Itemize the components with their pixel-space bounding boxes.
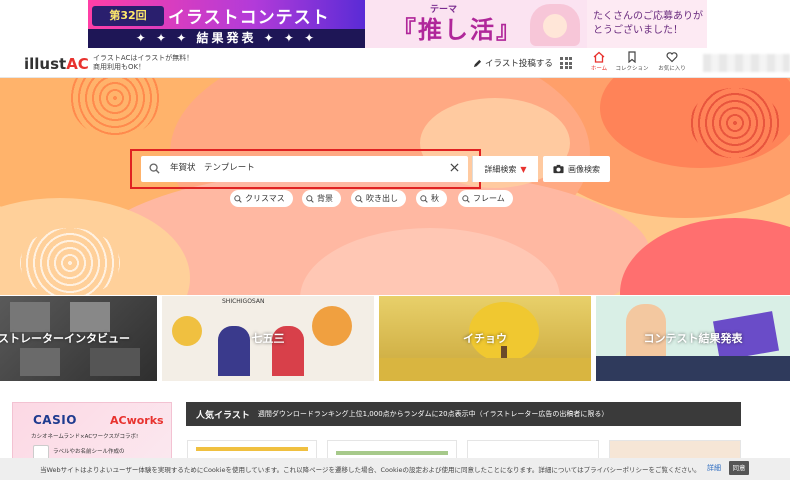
logo-ac-text: AC xyxy=(66,55,89,73)
casio-logo: CASIO xyxy=(33,413,77,427)
tile-ginkgo[interactable]: イチョウ xyxy=(379,296,591,381)
tile-label: コンテスト結果発表 xyxy=(643,332,743,345)
search-icon xyxy=(234,194,242,203)
ad-subtitle: カシオネームランド×ACワークスがコラボ! xyxy=(31,434,139,440)
search-icon xyxy=(420,194,428,203)
tile-photo xyxy=(70,302,110,332)
image-search-label: 画像検索 xyxy=(568,164,600,174)
home-icon xyxy=(593,51,605,63)
heart-icon xyxy=(666,52,678,63)
tile-photo xyxy=(10,302,50,332)
tile-ground xyxy=(596,356,790,381)
cookie-text: 当Webサイトはよりよいユーザー体験を実現するためにCookieを使用しています… xyxy=(40,466,701,474)
chip-speech-bubble[interactable]: 吹き出し xyxy=(351,190,406,207)
logo-main-text: illust xyxy=(24,55,67,73)
highlight-box xyxy=(130,149,481,189)
banner-contest-title: イラストコンテスト xyxy=(168,8,330,28)
bookmark-icon xyxy=(628,51,636,63)
chip-frame[interactable]: フレーム xyxy=(458,190,513,207)
chip-background[interactable]: 背景 xyxy=(302,190,341,207)
image-search-button[interactable]: 画像検索 xyxy=(543,156,610,182)
nav-home[interactable]: ホーム xyxy=(581,51,617,72)
tile-label: イチョウ xyxy=(463,332,507,345)
tagline-line-1: イラストACはイラストが無料！ xyxy=(93,54,194,62)
chip-christmas[interactable]: クリスマス xyxy=(230,190,293,207)
detail-search-button[interactable]: 詳細検索 ▼ xyxy=(472,156,538,182)
post-illustration-link[interactable]: イラスト投稿する xyxy=(473,57,553,69)
thumb-strip xyxy=(196,447,308,451)
popular-illustrations-header: 人気イラスト 週間ダウンロードランキング上位1,000点からランダムに20点表示… xyxy=(186,402,741,426)
tile-illustrator-interview[interactable]: ストレーターインタビュー xyxy=(0,296,157,381)
tagline-line-2: 商用利用もOK！ xyxy=(93,63,146,71)
search-icon xyxy=(462,194,470,203)
search-icon xyxy=(306,194,314,203)
post-link-label: イラスト投稿する xyxy=(485,59,553,69)
site-header: illustAC イラストACはイラストが無料！ 商用利用もOK！ イラスト投稿… xyxy=(0,48,790,78)
page: 第32回 イラストコンテスト ✦ ✦ ✦ 結果発表 ✦ ✦ ✦ テーマ 『推し活… xyxy=(0,0,790,480)
camera-icon xyxy=(553,164,564,174)
detail-search-label: 詳細検索 xyxy=(484,164,517,174)
site-logo[interactable]: illustAC xyxy=(24,55,89,73)
cookie-consent-bar: 当Webサイトはよりよいユーザー体験を実現するためにCookieを使用しています… xyxy=(0,458,790,480)
search-icon xyxy=(355,194,363,203)
chip-label: クリスマス xyxy=(245,194,285,203)
cookie-agree-button[interactable]: 同意 xyxy=(729,461,749,475)
chip-label: 吹き出し xyxy=(366,194,398,203)
nav-favorites[interactable]: お気に入り xyxy=(654,51,690,72)
tile-shichigosan[interactable]: SHICHIGOSAN 七五三 xyxy=(162,296,374,381)
thumb-strip xyxy=(336,451,448,455)
caret-down-icon: ▼ xyxy=(520,164,527,174)
header-tagline: イラストACはイラストが無料！ 商用利用もOK！ xyxy=(93,54,193,72)
user-menu-blurred[interactable] xyxy=(703,54,790,72)
chip-label: 背景 xyxy=(317,194,333,203)
nav-favorites-label: お気に入り xyxy=(658,66,686,72)
banner-result: ✦ ✦ ✦ 結果発表 ✦ ✦ ✦ xyxy=(88,29,365,48)
banner-round: 第32回 xyxy=(92,6,164,26)
nav-home-label: ホーム xyxy=(590,66,608,72)
ad-subtitle-2: ラベルやお名前シール作成の xyxy=(53,449,125,455)
tile-label: 七五三 xyxy=(251,332,285,345)
popular-title: 人気イラスト xyxy=(196,410,250,421)
nav-collection-label: コレクション xyxy=(615,66,649,72)
tile-label: ストレーターインタビュー xyxy=(0,332,130,345)
tile-ground xyxy=(379,358,591,381)
hero-blob xyxy=(620,218,790,295)
pen-icon xyxy=(473,59,482,67)
banner-character-illustration xyxy=(530,4,580,46)
tile-sublabel: SHICHIGOSAN xyxy=(222,298,265,305)
cookie-detail-link[interactable]: 詳細 xyxy=(707,463,721,473)
hero-dots xyxy=(20,228,120,295)
tile-photo xyxy=(90,348,140,376)
popular-description: 週間ダウンロードランキング上位1,000点からランダムに20点表示中（イラストレ… xyxy=(257,410,609,418)
feature-tiles: ストレーターインタビュー SHICHIGOSAN 七五三 イチョウ コンテスト結… xyxy=(0,296,790,381)
banner-thanks-text: たくさんのご応募ありがとうございました！ xyxy=(593,11,703,36)
chip-label: フレーム xyxy=(473,194,505,203)
hero-dots xyxy=(690,88,780,158)
contest-banner[interactable]: 第32回 イラストコンテスト ✦ ✦ ✦ 結果発表 ✦ ✦ ✦ テーマ 『推し活… xyxy=(0,0,790,48)
banner-theme-title: 『推し活』 xyxy=(392,16,522,44)
nav-collection[interactable]: コレクション xyxy=(614,51,650,72)
tile-photo xyxy=(20,348,60,376)
acworks-logo: ACworks xyxy=(110,414,164,427)
apps-grid-icon[interactable] xyxy=(560,57,572,69)
chip-autumn[interactable]: 秋 xyxy=(416,190,447,207)
tile-contest-results[interactable]: コンテスト結果発表 xyxy=(596,296,790,381)
chip-label: 秋 xyxy=(431,194,439,203)
